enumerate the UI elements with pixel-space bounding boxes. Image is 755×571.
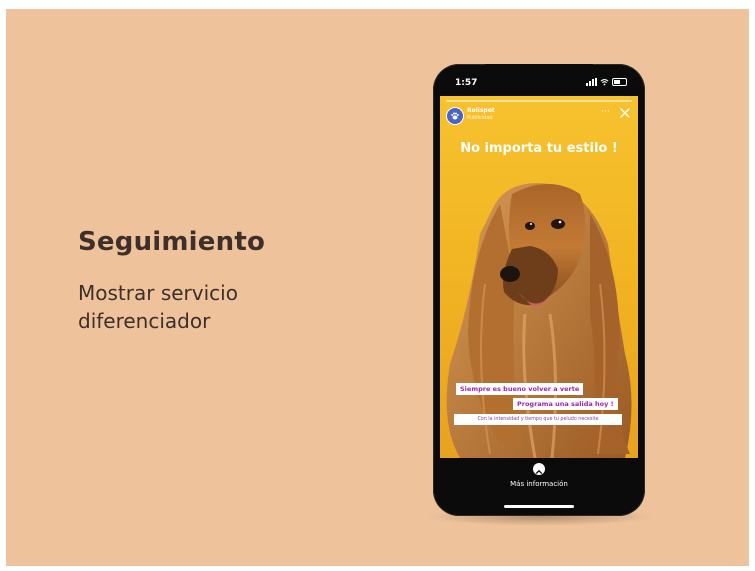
home-indicator[interactable] [504, 505, 574, 508]
account-avatar[interactable] [446, 107, 464, 125]
signal-icon [586, 78, 597, 86]
account-name[interactable]: Rolispet [467, 107, 495, 114]
sticker-intensity-note: Con la intensidad y tiempo que tu peludo… [454, 414, 622, 425]
story-screen[interactable]: Rolispet Publicidad ··· No importa tu es… [440, 96, 638, 458]
sponsored-label: Publicidad [467, 115, 493, 121]
sticker-welcome-back: Siempre es bueno volver a verte [456, 383, 584, 395]
slide-subtitle: Mostrar servicio diferenciador [78, 281, 238, 333]
battery-icon [612, 78, 627, 86]
story-headline: No importa tu estilo ! [460, 141, 618, 156]
phone-mockup: 1:57 Rolispet Publicidad ··· No importa … [433, 64, 645, 516]
cta-label[interactable]: Más información [440, 480, 638, 488]
story-progress-bar [446, 100, 632, 102]
paw-icon [451, 112, 459, 120]
close-icon[interactable] [618, 106, 632, 120]
wifi-icon [600, 78, 609, 86]
cta-circle [533, 463, 545, 475]
more-info-cta[interactable]: Más información [440, 458, 638, 502]
sticker-schedule-outing: Programa una salida hoy ! [513, 398, 618, 410]
more-icon[interactable]: ··· [601, 107, 610, 117]
phone-notch [485, 64, 593, 82]
status-time: 1:57 [455, 78, 478, 88]
status-icons [586, 78, 627, 86]
chevron-up-icon [535, 469, 543, 474]
slide-heading: Seguimiento [78, 227, 266, 257]
